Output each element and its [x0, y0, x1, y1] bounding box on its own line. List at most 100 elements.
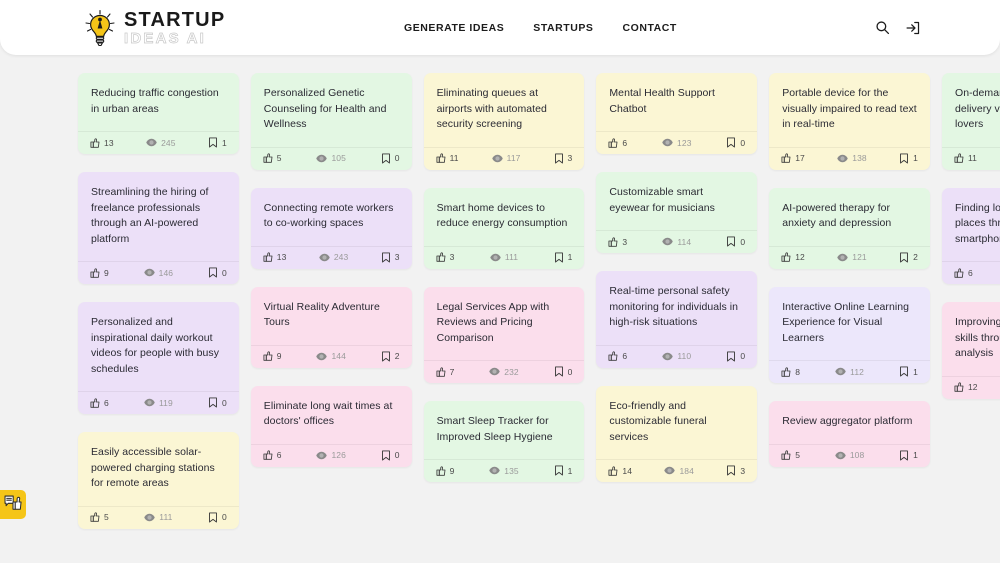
bookmark-count: 1: [913, 153, 918, 164]
idea-card[interactable]: Eco-friendly and customizable funeral se…: [596, 385, 758, 483]
bookmark[interactable]: 3: [381, 252, 400, 263]
idea-card[interactable]: Real-time personal safety monitoring for…: [596, 271, 758, 368]
like[interactable]: 11: [954, 153, 977, 163]
like[interactable]: 6: [608, 351, 627, 361]
bookmark-count: 0: [740, 236, 746, 247]
view[interactable]: 112: [835, 366, 864, 377]
like[interactable]: 13: [90, 138, 114, 148]
like[interactable]: 9: [90, 268, 109, 278]
like[interactable]: 12: [781, 252, 805, 262]
like[interactable]: 3: [608, 237, 627, 247]
like[interactable]: 14: [608, 466, 632, 476]
bookmark[interactable]: 1: [899, 366, 918, 377]
view[interactable]: 245: [146, 137, 175, 148]
bookmark[interactable]: 0: [726, 236, 745, 247]
like[interactable]: 11: [436, 153, 459, 163]
idea-card[interactable]: Customizable smart eyewear for musicians…: [596, 172, 758, 254]
like[interactable]: 3: [436, 252, 455, 262]
bookmark[interactable]: 0: [208, 512, 227, 523]
idea-card[interactable]: Smart home devices to reduce energy cons…: [423, 187, 585, 269]
bookmark[interactable]: 3: [554, 153, 573, 164]
idea-card-footer: 9 135 1: [423, 459, 585, 482]
nav-startups[interactable]: STARTUPS: [533, 22, 593, 34]
view[interactable]: 108: [835, 450, 864, 461]
bookmark[interactable]: 1: [554, 252, 573, 263]
idea-card[interactable]: Personalized and inspirational daily wor…: [78, 302, 239, 415]
view[interactable]: 184: [664, 465, 694, 476]
idea-card[interactable]: On-demand prescription delivery via dron…: [941, 73, 1000, 170]
eye-icon: [662, 236, 674, 247]
like[interactable]: 6: [90, 398, 109, 408]
idea-card[interactable]: Finding lost items in public places thro…: [941, 187, 1000, 285]
view[interactable]: 146: [143, 267, 173, 278]
like[interactable]: 9: [263, 351, 282, 361]
like[interactable]: 17: [781, 153, 805, 163]
bookmark[interactable]: 0: [554, 366, 573, 377]
site-logo[interactable]: STARTUP IDEAS AI: [82, 9, 225, 47]
bookmark[interactable]: 0: [208, 267, 227, 278]
like[interactable]: 6: [608, 138, 627, 148]
view[interactable]: 111: [144, 512, 172, 523]
like[interactable]: 5: [90, 512, 109, 522]
bookmark[interactable]: 3: [726, 465, 745, 476]
idea-card[interactable]: Portable device for the visually impaire…: [769, 73, 930, 170]
view[interactable]: 126: [316, 450, 346, 461]
like[interactable]: 12: [954, 382, 978, 392]
idea-card[interactable]: Smart Sleep Tracker for Improved Sleep H…: [423, 401, 585, 483]
idea-card[interactable]: Eliminate long wait times at doctors' of…: [250, 385, 412, 467]
like[interactable]: 13: [263, 252, 287, 262]
view[interactable]: 110: [662, 351, 691, 362]
like[interactable]: 7: [436, 367, 455, 377]
like[interactable]: 5: [263, 153, 282, 163]
idea-card[interactable]: Legal Services App with Reviews and Pric…: [423, 286, 585, 384]
idea-card[interactable]: Review aggregator platform 5 108 1: [769, 401, 930, 467]
bookmark[interactable]: 0: [381, 450, 400, 461]
like[interactable]: 6: [954, 268, 973, 278]
nav-generate-ideas[interactable]: GENERATE IDEAS: [404, 22, 504, 34]
search-icon[interactable]: [873, 19, 891, 37]
view[interactable]: 121: [837, 252, 867, 263]
bookmark[interactable]: 0: [381, 153, 400, 164]
like[interactable]: 6: [263, 450, 282, 460]
idea-card[interactable]: Connecting remote workers to co-working …: [250, 187, 412, 269]
idea-card[interactable]: Eliminating queues at airports with auto…: [423, 73, 585, 170]
login-icon[interactable]: [904, 19, 922, 37]
view[interactable]: 119: [144, 397, 173, 408]
idea-card[interactable]: Interactive Online Learning Experience f…: [769, 286, 930, 384]
bookmark[interactable]: 1: [208, 137, 227, 148]
bookmark[interactable]: 0: [208, 397, 227, 408]
bookmark[interactable]: 1: [899, 450, 918, 461]
feedback-widget[interactable]: [0, 490, 26, 519]
idea-card[interactable]: Mental Health Support Chatbot 6 123 0: [596, 73, 758, 155]
view[interactable]: 232: [489, 366, 519, 377]
like-count: 6: [276, 450, 282, 461]
idea-card[interactable]: AI-powered therapy for anxiety and depre…: [769, 187, 930, 269]
bookmark[interactable]: 2: [899, 252, 918, 263]
idea-card[interactable]: Reducing traffic congestion in urban are…: [78, 73, 239, 155]
like[interactable]: 8: [781, 367, 800, 377]
view[interactable]: 117: [491, 153, 521, 164]
like[interactable]: 9: [436, 466, 455, 476]
idea-card[interactable]: Virtual Reality Adventure Tours 9 144 2: [250, 286, 412, 368]
bookmark[interactable]: 1: [554, 465, 573, 476]
idea-card[interactable]: Personalized Genetic Counseling for Heal…: [250, 73, 412, 170]
nav-contact[interactable]: CONTACT: [623, 22, 677, 34]
bookmark[interactable]: 0: [726, 351, 745, 362]
idea-card-footer: 6 123 0: [596, 131, 758, 154]
view[interactable]: 123: [662, 137, 691, 148]
idea-card[interactable]: Streamlining the hiring of freelance pro…: [78, 172, 239, 285]
view[interactable]: 114: [662, 236, 691, 247]
view[interactable]: 135: [489, 465, 519, 476]
view[interactable]: 144: [316, 351, 346, 362]
idea-card[interactable]: Improving public speaking skills through…: [941, 302, 1000, 399]
view[interactable]: 138: [837, 153, 867, 164]
view[interactable]: 105: [316, 153, 346, 164]
view[interactable]: 111: [490, 252, 518, 263]
bookmark[interactable]: 2: [381, 351, 400, 362]
idea-card[interactable]: Easily accessible solar-powered charging…: [78, 432, 239, 529]
bookmark[interactable]: 1: [899, 153, 918, 164]
like[interactable]: 5: [781, 450, 800, 460]
idea-card-title: Real-time personal safety monitoring for…: [609, 285, 739, 329]
bookmark[interactable]: 0: [726, 137, 745, 148]
view[interactable]: 243: [319, 252, 348, 263]
